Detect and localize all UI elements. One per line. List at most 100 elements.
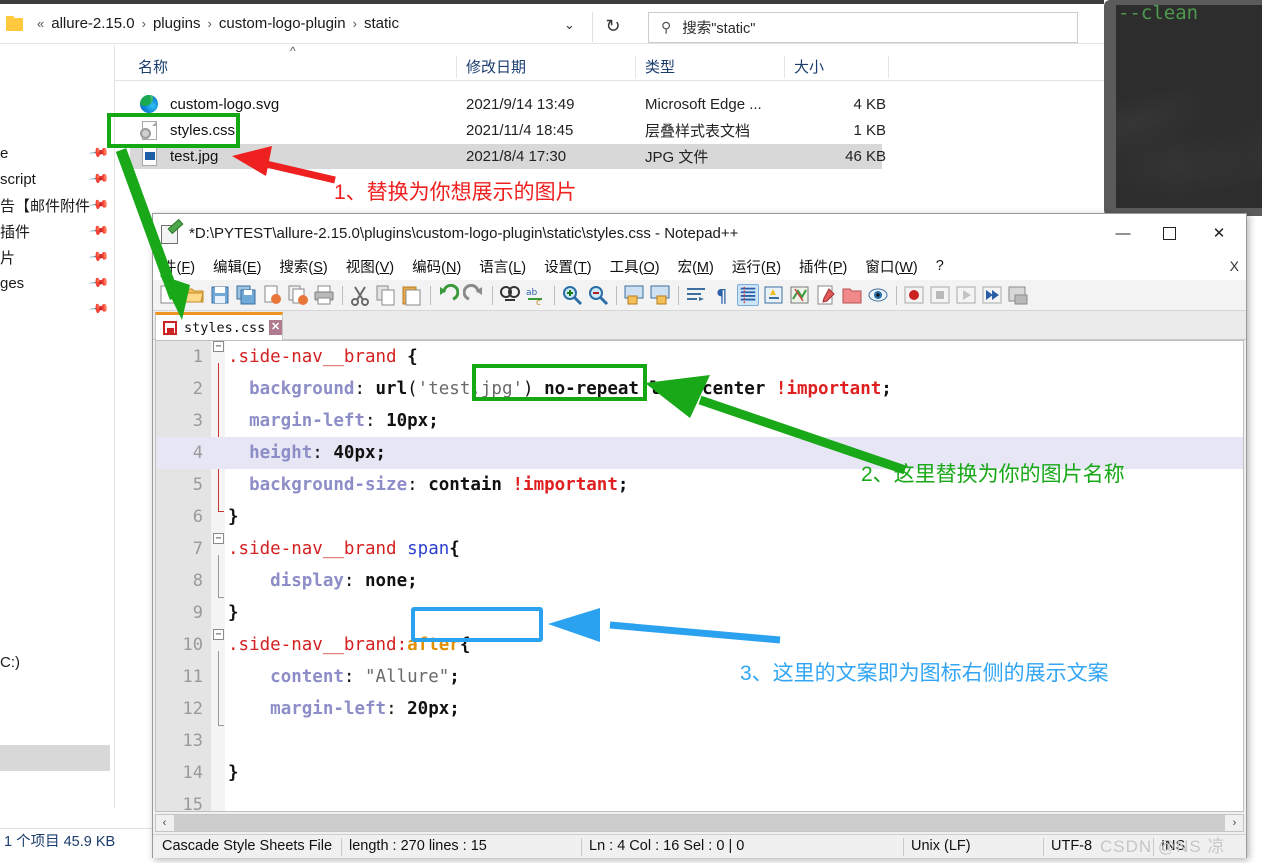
sidebar-item-0[interactable]: e 📌 [0, 141, 114, 166]
redo-icon[interactable] [462, 283, 485, 306]
column-header-name[interactable]: 名称 [130, 56, 455, 78]
code-line[interactable]: 2 background: url('test.jpg') no-repeat … [156, 373, 1243, 405]
pin-icon[interactable]: 📌 [88, 168, 110, 191]
menu-encoding[interactable]: 编码(N) [403, 256, 470, 277]
pin-icon[interactable]: 📌 [88, 246, 110, 269]
menu-settings[interactable]: 设置(T) [535, 256, 601, 277]
save-all-icon[interactable] [235, 284, 257, 306]
code-editor[interactable]: − − − 1 .side-nav__brand {2 background: u… [155, 340, 1244, 812]
menu-search[interactable]: 搜索(S) [270, 256, 336, 277]
maximize-button[interactable] [1146, 214, 1192, 252]
menu-help[interactable]: ? [927, 258, 953, 274]
code-line[interactable]: 9} [156, 597, 1243, 629]
explorer-navigation-pane[interactable]: e 📌 script 📌 告【邮件附件 📌 插件 📌 片 📌 ges 📌 📌 C… [0, 45, 115, 808]
sidebar-item-5[interactable]: ges 📌 [0, 271, 114, 296]
zoom-in-icon[interactable] [561, 284, 583, 306]
macro-save-icon[interactable] [1007, 284, 1029, 306]
macro-record-icon[interactable] [903, 284, 925, 306]
column-header-type[interactable]: 类型 [635, 56, 783, 78]
code-line[interactable]: 13 [156, 725, 1243, 757]
paste-icon[interactable] [401, 284, 423, 306]
breadcrumb-item-0[interactable]: allure-2.15.0 [48, 13, 137, 34]
open-file-icon[interactable] [183, 284, 205, 306]
save-icon[interactable] [209, 284, 231, 306]
code-line[interactable]: 7 .side-nav__brand span{ [156, 533, 1243, 565]
scrollbar-thumb[interactable] [174, 815, 1225, 831]
print-icon[interactable] [313, 284, 335, 306]
sidebar-item-4[interactable]: 片 📌 [0, 245, 114, 270]
zoom-out-icon[interactable] [587, 284, 609, 306]
scroll-right-arrow-icon[interactable]: › [1226, 815, 1243, 831]
notepad-menu-bar[interactable]: 件(F) 编辑(E) 搜索(S) 视图(V) 编码(N) 语言(L) 设置(T)… [153, 252, 1246, 280]
explorer-address-bar[interactable]: « allure-2.15.0 › plugins › custom-logo-… [0, 4, 1104, 44]
chevron-down-icon[interactable]: ⌄ [564, 17, 575, 33]
macro-play-multiple-icon[interactable] [981, 284, 1003, 306]
code-content[interactable]: 1 .side-nav__brand {2 background: url('te… [156, 341, 1243, 811]
macro-play-icon[interactable] [955, 284, 977, 306]
table-row[interactable]: custom-logo.svg 2021/9/14 13:49 Microsof… [130, 92, 886, 117]
undo-icon[interactable] [437, 283, 460, 306]
replace-icon[interactable]: ab c [525, 284, 547, 308]
notepad-tab-strip[interactable]: styles.css ✕ [153, 311, 1246, 340]
sidebar-item-drive[interactable]: C:) [0, 650, 114, 675]
sidebar-item-6[interactable]: 📌 [0, 297, 114, 322]
word-wrap-icon[interactable] [685, 284, 707, 306]
code-line[interactable]: 15 [156, 789, 1243, 811]
refresh-icon[interactable]: ↻ [600, 14, 626, 38]
column-header-date[interactable]: 修改日期 [456, 56, 634, 78]
menu-macro[interactable]: 宏(M) [669, 256, 723, 277]
monitoring-icon[interactable] [867, 284, 889, 306]
pin-icon[interactable]: 📌 [88, 298, 110, 321]
editor-horizontal-scrollbar[interactable]: ‹ › [155, 814, 1244, 832]
pin-icon[interactable]: 📌 [88, 220, 110, 243]
notepad-toolbar[interactable]: ab c ¶ [153, 280, 1246, 311]
menu-run[interactable]: 运行(R) [723, 256, 790, 277]
breadcrumb-item-2[interactable]: custom-logo-plugin [216, 13, 349, 34]
sync-vertical-scroll-icon[interactable] [623, 284, 645, 306]
notepad-title-bar[interactable]: *D:\PYTEST\allure-2.15.0\plugins\custom-… [153, 214, 1246, 252]
sidebar-selected-row[interactable] [0, 745, 110, 771]
breadcrumb-item-1[interactable]: plugins [150, 13, 204, 34]
tab-close-icon[interactable]: ✕ [269, 320, 282, 335]
close-all-files-icon[interactable] [287, 284, 309, 306]
close-file-icon[interactable] [261, 284, 283, 306]
search-input[interactable]: ⚲ 搜索"static" [648, 12, 1078, 43]
breadcrumb-overflow-icon[interactable]: « [33, 16, 48, 31]
code-line[interactable]: 8 display: none; [156, 565, 1243, 597]
sidebar-item-1[interactable]: script 📌 [0, 167, 114, 192]
tab-styles-css[interactable]: styles.css ✕ [155, 312, 283, 340]
menu-tools[interactable]: 工具(O) [601, 256, 669, 277]
breadcrumb-item-3[interactable]: static [361, 13, 402, 34]
menu-plugins[interactable]: 插件(P) [790, 256, 856, 277]
menu-view[interactable]: 视图(V) [337, 256, 403, 277]
minimize-button[interactable]: — [1100, 214, 1146, 252]
copy-icon[interactable] [375, 284, 397, 306]
code-line[interactable]: 14} [156, 757, 1243, 789]
sync-horizontal-scroll-icon[interactable] [649, 284, 671, 306]
menu-file[interactable]: 件(F) [153, 256, 204, 277]
pin-icon[interactable]: 📌 [88, 272, 110, 295]
find-icon[interactable] [499, 284, 521, 306]
new-file-icon[interactable] [157, 284, 179, 306]
function-list-icon[interactable] [815, 284, 837, 306]
show-all-chars-icon[interactable]: ¶ [711, 284, 733, 307]
user-defined-language-icon[interactable] [763, 284, 785, 306]
column-header-size[interactable]: 大小 [784, 56, 887, 78]
folder-as-workspace-icon[interactable] [841, 284, 863, 306]
sidebar-item-2[interactable]: 告【邮件附件 📌 [0, 193, 114, 218]
column-header-extra[interactable] [888, 56, 908, 78]
sidebar-item-3[interactable]: 插件 📌 [0, 219, 114, 244]
menu-close-document-icon[interactable]: X [1230, 258, 1239, 274]
table-row[interactable]: styles.css 2021/11/4 18:45 层叠样式表文档 1 KB [130, 118, 886, 143]
table-row[interactable]: test.jpg 2021/8/4 17:30 JPG 文件 46 KB [130, 144, 886, 169]
code-line[interactable]: 3 margin-left: 10px; [156, 405, 1243, 437]
menu-window[interactable]: 窗口(W) [856, 256, 926, 277]
pin-icon[interactable]: 📌 [88, 194, 110, 217]
code-line[interactable]: 6} [156, 501, 1243, 533]
code-line[interactable]: 12 margin-left: 20px; [156, 693, 1243, 725]
document-map-icon[interactable] [789, 284, 811, 306]
indent-guide-icon[interactable] [737, 284, 759, 306]
menu-edit[interactable]: 编辑(E) [204, 256, 270, 277]
scroll-left-arrow-icon[interactable]: ‹ [156, 815, 173, 831]
cut-icon[interactable] [349, 284, 371, 306]
